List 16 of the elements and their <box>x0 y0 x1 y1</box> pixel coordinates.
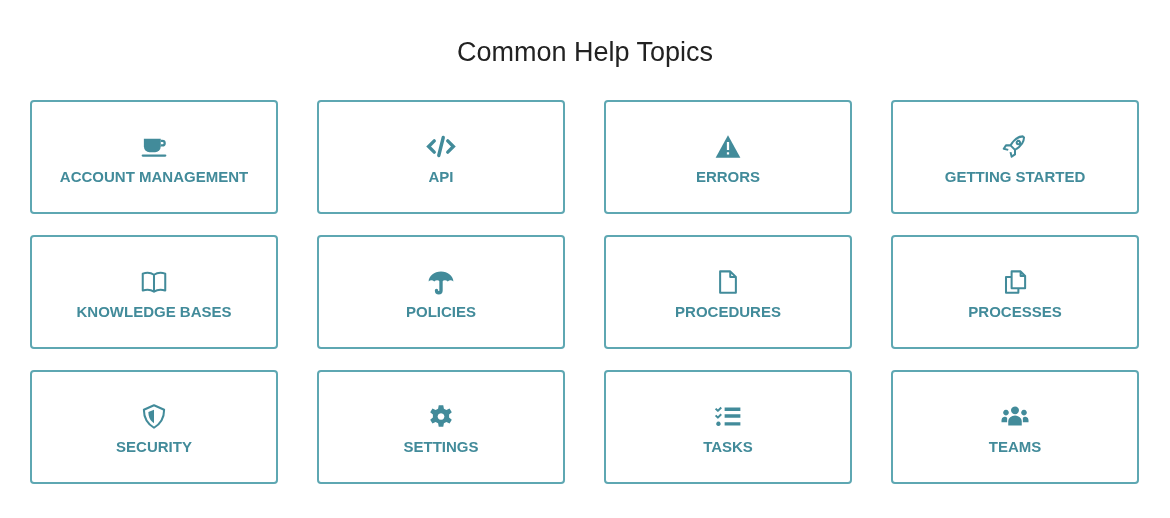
topic-card[interactable]: TEAMS <box>891 370 1139 484</box>
topic-card[interactable]: ACCOUNT MANAGEMENT <box>30 100 278 214</box>
topic-card[interactable]: TASKS <box>604 370 852 484</box>
topic-card[interactable]: API <box>317 100 565 214</box>
warning-icon <box>713 133 743 160</box>
topic-card[interactable]: POLICIES <box>317 235 565 349</box>
umbrella-icon <box>426 268 456 295</box>
topic-card[interactable]: KNOWLEDGE BASES <box>30 235 278 349</box>
topic-card[interactable]: PROCESSES <box>891 235 1139 349</box>
topic-card[interactable]: PROCEDURES <box>604 235 852 349</box>
code-icon <box>426 133 456 160</box>
topic-card[interactable]: GETTING STARTED <box>891 100 1139 214</box>
page-title: Common Help Topics <box>455 36 715 69</box>
topic-card[interactable]: SECURITY <box>30 370 278 484</box>
topic-card[interactable]: ERRORS <box>604 100 852 214</box>
topic-card[interactable]: SETTINGS <box>317 370 565 484</box>
